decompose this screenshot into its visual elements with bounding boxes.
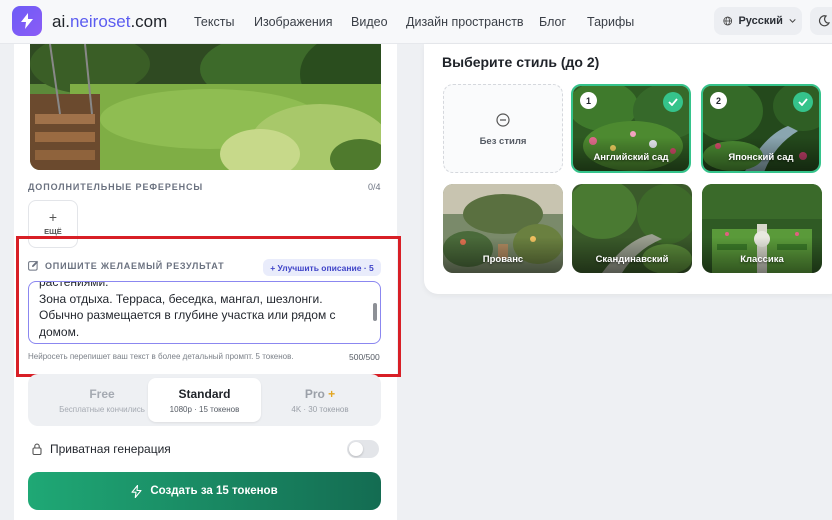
style-card-scandinavian[interactable]: Скандинавский xyxy=(572,184,692,273)
order-badge: 2 xyxy=(710,92,727,109)
toggle-knob xyxy=(349,442,363,456)
style-card-none[interactable]: Без стиля xyxy=(443,84,563,173)
tier-standard-sub: 1080p · 15 токенов xyxy=(169,405,240,414)
sparkle-icon: + xyxy=(328,387,336,401)
tier-pro-sub: 4K · 30 токенов xyxy=(291,405,349,414)
style-card-none-label: Без стиля xyxy=(479,136,527,147)
create-button[interactable]: Создать за 15 токенов xyxy=(28,472,381,510)
style-card-english-label: Английский сад xyxy=(593,152,669,163)
logo-tld: .com xyxy=(130,12,168,31)
logo-domain: neiroset xyxy=(69,12,131,31)
style-panel: Выберите стиль (до 2) Без стиля 1 Англий… xyxy=(424,44,832,294)
char-counter: 500/500 xyxy=(349,352,380,362)
private-label: Приватная генерация xyxy=(50,442,171,456)
lightning-icon xyxy=(131,484,142,498)
globe-icon xyxy=(723,16,733,26)
style-card-japanese[interactable]: 2 Японский сад xyxy=(701,84,821,173)
quality-tier-selector: Free Бесплатные кончились Standard 1080p… xyxy=(28,374,381,426)
order-badge: 1 xyxy=(580,92,597,109)
logo-icon[interactable] xyxy=(12,6,42,36)
references-count: 0/4 xyxy=(368,182,381,192)
nav-item-video[interactable]: Видео xyxy=(351,15,388,29)
add-reference-label: ЕЩЁ xyxy=(44,227,62,236)
theme-toggle-button[interactable] xyxy=(810,7,832,35)
private-toggle[interactable] xyxy=(347,440,379,458)
nav-item-images[interactable]: Изображения xyxy=(254,15,333,29)
textarea-scrollbar[interactable] xyxy=(373,303,377,321)
improve-description-button[interactable]: + Улучшить описание · 5 xyxy=(263,259,381,276)
style-card-classic-label: Классика xyxy=(740,254,784,265)
top-header: ai.neiroset.com Тексты Изображения Видео… xyxy=(0,0,832,44)
plus-icon: + xyxy=(48,209,58,225)
moon-icon xyxy=(818,15,830,27)
create-button-label: Создать за 15 токенов xyxy=(150,485,278,497)
logo-prefix: ai. xyxy=(52,12,70,31)
tier-free-sub: Бесплатные кончились xyxy=(59,405,145,414)
nav-item-space-design[interactable]: Дизайн пространств xyxy=(406,15,524,29)
check-icon xyxy=(663,92,683,112)
nav-item-texts[interactable]: Тексты xyxy=(194,15,234,29)
tier-standard-name: Standard xyxy=(178,387,231,401)
logo-text[interactable]: ai.neiroset.com xyxy=(52,12,167,32)
description-title: ОПИШИТЕ ЖЕЛАЕМЫЙ РЕЗУЛЬТАТ xyxy=(45,260,225,271)
tier-free[interactable]: Free Бесплатные кончились xyxy=(46,378,158,422)
minus-circle-icon xyxy=(496,113,510,127)
language-selector[interactable]: Русский xyxy=(714,7,802,35)
tier-pro-name: Pro xyxy=(304,387,325,401)
generation-panel: ДОПОЛНИТЕЛЬНЫЕ РЕФЕРЕНСЫ 0/4 + ЕЩЁ ОПИШИ… xyxy=(14,44,401,520)
tier-pro[interactable]: Pro + 4K · 30 токенов xyxy=(264,378,376,422)
style-card-provence-label: Прованс xyxy=(482,254,524,265)
check-icon xyxy=(793,92,813,112)
style-card-provence[interactable]: Прованс xyxy=(443,184,563,273)
language-label: Русский xyxy=(738,15,783,27)
edit-icon xyxy=(28,260,39,271)
nav-item-pricing[interactable]: Тарифы xyxy=(587,15,634,29)
style-card-classic[interactable]: Классика xyxy=(702,184,822,273)
prompt-text: растениями. Зона отдыха. Терраса, беседк… xyxy=(39,281,336,343)
tier-free-name: Free xyxy=(89,387,115,401)
style-card-scandinavian-label: Скандинавский xyxy=(595,254,669,265)
nav-item-blog[interactable]: Блог xyxy=(539,15,566,29)
description-header: ОПИШИТЕ ЖЕЛАЕМЫЙ РЕЗУЛЬТАТ xyxy=(28,260,224,271)
style-card-japanese-label: Японский сад xyxy=(728,152,794,163)
private-generation-row: Приватная генерация xyxy=(32,442,171,456)
style-card-english[interactable]: 1 Английский сад xyxy=(571,84,691,173)
reference-image[interactable] xyxy=(30,44,381,170)
prompt-hint: Нейросеть перепишет ваш текст в более де… xyxy=(28,352,294,361)
style-title: Выберите стиль (до 2) xyxy=(442,54,600,70)
lock-icon xyxy=(32,443,42,455)
references-title: ДОПОЛНИТЕЛЬНЫЕ РЕФЕРЕНСЫ xyxy=(28,182,204,192)
chevron-down-icon xyxy=(789,19,796,23)
prompt-textarea[interactable]: растениями. Зона отдыха. Терраса, беседк… xyxy=(28,281,381,344)
tier-standard[interactable]: Standard 1080p · 15 токенов xyxy=(148,378,261,422)
